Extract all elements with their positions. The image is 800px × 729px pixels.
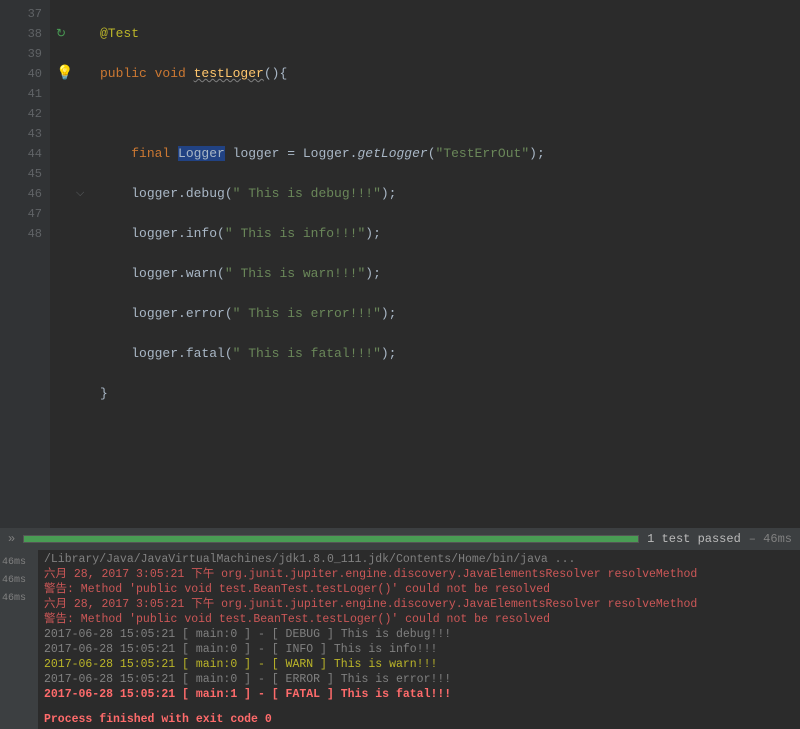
console-log-line: 2017-06-28 15:05:21 [ main:1 ] - [ FATAL… bbox=[44, 687, 697, 702]
type-name: Logger bbox=[303, 146, 350, 161]
type-name: Logger bbox=[178, 146, 225, 161]
keyword: public bbox=[100, 66, 155, 81]
line-number: 38 bbox=[28, 27, 42, 41]
console-log-line: 2017-06-28 15:05:21 [ main:0 ] - [ DEBUG… bbox=[44, 627, 697, 642]
code-text: (){ bbox=[264, 66, 287, 81]
code-text: logger.fatal( bbox=[131, 346, 232, 361]
code-text: } bbox=[100, 386, 108, 401]
code-text: ); bbox=[365, 266, 381, 281]
code-line[interactable]: } bbox=[100, 384, 545, 404]
line-number: 48 bbox=[28, 227, 42, 241]
test-node-duration[interactable]: 46ms bbox=[2, 590, 36, 608]
line-number: 40 bbox=[28, 67, 42, 81]
code-text: logger = bbox=[225, 146, 303, 161]
code-text: logger.info( bbox=[131, 226, 225, 241]
code-line[interactable]: logger.warn(" This is warn!!!"); bbox=[100, 264, 545, 284]
code-area[interactable]: @Test public void testLoger(){ final Log… bbox=[50, 0, 545, 528]
code-text: ); bbox=[529, 146, 545, 161]
process-exit-message: Process finished with exit code 0 bbox=[44, 712, 697, 727]
keyword: void bbox=[155, 66, 194, 81]
run-test-icon[interactable]: ↻ bbox=[56, 24, 66, 44]
test-tree-column[interactable]: 46ms 46ms 46ms bbox=[0, 550, 38, 729]
string-literal: " This is error!!!" bbox=[233, 306, 381, 321]
console-stderr: 警告: Method 'public void test.BeanTest.te… bbox=[44, 582, 697, 597]
tests-passed-label: 1 test passed bbox=[647, 532, 741, 546]
console-log-line: 2017-06-28 15:05:21 [ main:0 ] - [ ERROR… bbox=[44, 672, 697, 687]
line-number: 43 bbox=[28, 127, 42, 141]
code-editor[interactable]: 37 38↻ 39 40💡 41 42 43 44 45 46⌵ 47 48 @… bbox=[0, 0, 800, 528]
code-text: ( bbox=[428, 146, 436, 161]
line-number: 42 bbox=[28, 107, 42, 121]
test-node-duration[interactable]: 46ms bbox=[2, 554, 36, 572]
code-line[interactable]: logger.fatal(" This is fatal!!!"); bbox=[100, 344, 545, 364]
expand-icon[interactable]: » bbox=[8, 532, 15, 546]
string-literal: " This is debug!!!" bbox=[233, 186, 381, 201]
code-text: ); bbox=[381, 346, 397, 361]
code-text: logger.debug( bbox=[131, 186, 232, 201]
line-number-gutter: 37 38↻ 39 40💡 41 42 43 44 45 46⌵ 47 48 bbox=[0, 0, 50, 528]
test-progress-bar bbox=[23, 535, 639, 543]
test-node-duration[interactable]: 46ms bbox=[2, 572, 36, 590]
line-number: 47 bbox=[28, 207, 42, 221]
console-log-line: 2017-06-28 15:05:21 [ main:0 ] - [ WARN … bbox=[44, 657, 697, 672]
string-literal: " This is fatal!!!" bbox=[233, 346, 381, 361]
code-line[interactable]: public void testLoger(){ bbox=[100, 64, 545, 84]
code-text: logger.warn( bbox=[131, 266, 225, 281]
code-line[interactable]: logger.error(" This is error!!!"); bbox=[100, 304, 545, 324]
console-panel: 46ms 46ms 46ms /Library/Java/JavaVirtual… bbox=[0, 550, 800, 729]
line-number: 41 bbox=[28, 87, 42, 101]
console-output[interactable]: /Library/Java/JavaVirtualMachines/jdk1.8… bbox=[38, 550, 703, 729]
test-duration: – 46ms bbox=[749, 532, 792, 546]
code-line[interactable] bbox=[100, 464, 545, 484]
progress-fill bbox=[24, 536, 638, 542]
console-stderr: 六月 28, 2017 3:05:21 下午 org.junit.jupiter… bbox=[44, 597, 697, 612]
string-literal: "TestErrOut" bbox=[436, 146, 530, 161]
intention-bulb-icon[interactable]: 💡 bbox=[56, 64, 73, 84]
keyword: final bbox=[131, 146, 178, 161]
test-result-bar: » 1 test passed – 46ms bbox=[0, 528, 800, 550]
string-literal: " This is info!!!" bbox=[225, 226, 365, 241]
line-number: 45 bbox=[28, 167, 42, 181]
annotation: @Test bbox=[100, 26, 139, 41]
fold-handle-icon[interactable]: ⌵ bbox=[76, 184, 84, 204]
code-line[interactable]: @Test bbox=[100, 24, 545, 44]
code-line[interactable] bbox=[100, 424, 545, 444]
console-stderr: 六月 28, 2017 3:05:21 下午 org.junit.jupiter… bbox=[44, 567, 697, 582]
code-text: ); bbox=[381, 306, 397, 321]
code-text: ); bbox=[381, 186, 397, 201]
line-number: 39 bbox=[28, 47, 42, 61]
console-stderr: 警告: Method 'public void test.BeanTest.te… bbox=[44, 612, 697, 627]
code-line[interactable]: logger.debug(" This is debug!!!"); bbox=[100, 184, 545, 204]
console-log-line: 2017-06-28 15:05:21 [ main:0 ] - [ INFO … bbox=[44, 642, 697, 657]
line-number: 46 bbox=[28, 187, 42, 201]
line-number: 44 bbox=[28, 147, 42, 161]
method-name: testLoger bbox=[194, 66, 264, 81]
static-call: getLogger bbox=[357, 146, 427, 161]
code-line[interactable] bbox=[100, 104, 545, 124]
code-line[interactable]: logger.info(" This is info!!!"); bbox=[100, 224, 545, 244]
code-text: ); bbox=[365, 226, 381, 241]
code-text: logger.error( bbox=[131, 306, 232, 321]
string-literal: " This is warn!!!" bbox=[225, 266, 365, 281]
console-command: /Library/Java/JavaVirtualMachines/jdk1.8… bbox=[44, 552, 697, 567]
line-number: 37 bbox=[28, 7, 42, 21]
code-line[interactable]: final Logger logger = Logger.getLogger("… bbox=[100, 144, 545, 164]
